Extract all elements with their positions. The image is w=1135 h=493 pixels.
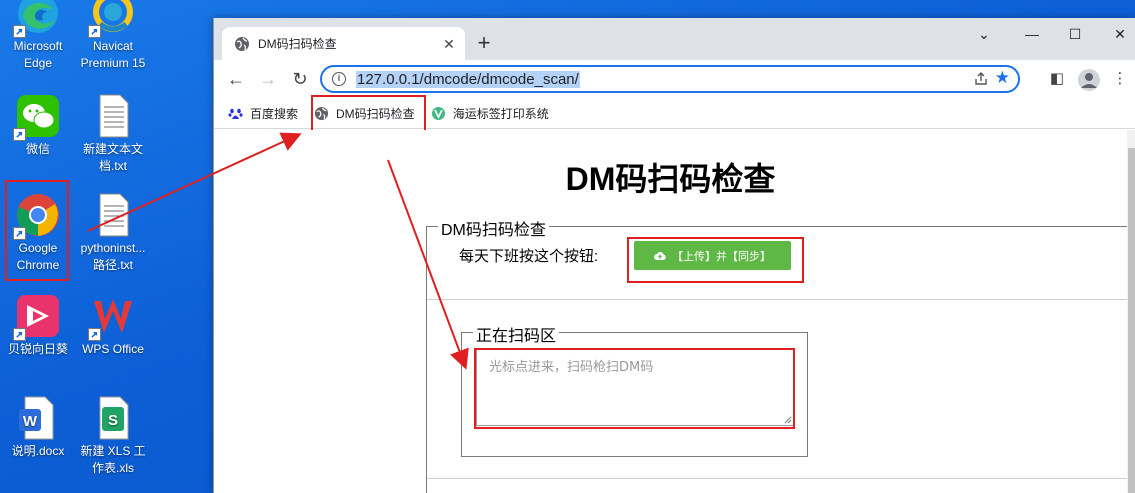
spreadsheet-icon: S xyxy=(90,395,136,441)
desktop-icon-label: Microsoft xyxy=(13,39,63,53)
forward-button[interactable]: → xyxy=(257,68,279,90)
bookmark-label: 海运标签打印系统 xyxy=(452,106,549,121)
v-logo-icon xyxy=(431,106,445,120)
browser-toolbar: ← → ↻ i 127.0.0.1/dmcode/dmcode_scan/ ★ … xyxy=(214,60,1135,98)
shortcut-arrow-icon xyxy=(88,25,101,38)
desktop-icon-wechat[interactable]: 微信 xyxy=(3,93,73,158)
page-scrollbar[interactable] xyxy=(1127,130,1135,493)
bookmark-star-icon[interactable]: ★ xyxy=(995,69,1010,87)
sunlogin-icon xyxy=(13,293,61,341)
desktop-icon-label: 微信 xyxy=(25,142,50,156)
desktop-icon-label: Premium 15 xyxy=(80,56,146,70)
tab-search-chevron-icon[interactable]: ⌄ xyxy=(974,24,994,44)
svg-text:S: S xyxy=(108,412,118,429)
tab-close-icon[interactable]: ✕ xyxy=(441,36,457,52)
text-file-icon xyxy=(90,93,136,139)
shortcut-arrow-icon xyxy=(13,25,26,38)
back-button[interactable]: ← xyxy=(225,68,247,90)
desktop-icon-label: 新建文本文 xyxy=(82,142,143,156)
desktop-icon-label: Edge xyxy=(23,56,53,70)
edge-icon xyxy=(13,0,61,38)
desktop-icon-python-txt[interactable]: pythoninst... 路径.txt xyxy=(78,192,148,274)
shortcut-arrow-icon xyxy=(13,328,26,341)
text-file-icon xyxy=(90,192,136,238)
url-text: 127.0.0.1/dmcode/dmcode_scan/ xyxy=(356,70,580,88)
divider xyxy=(427,478,1135,479)
shortcut-arrow-icon xyxy=(13,128,26,141)
scrollbar-thumb[interactable] xyxy=(1128,148,1135,493)
desktop-icon-label: Navicat xyxy=(92,39,133,53)
maximize-button[interactable]: ☐ xyxy=(1065,24,1085,44)
desktop-icon-label: 档.txt xyxy=(98,159,127,173)
textarea-highlight-box xyxy=(474,348,795,429)
divider xyxy=(427,299,1135,300)
baidu-paw-icon xyxy=(228,108,243,119)
desktop-icon-wps[interactable]: WPS Office xyxy=(78,293,148,358)
bookmark-shipping-label[interactable]: 海运标签打印系统 xyxy=(431,105,549,122)
bookmark-baidu[interactable]: 百度搜索 xyxy=(228,105,298,122)
instruction-text: 每天下班按这个按钮: xyxy=(459,248,599,265)
share-icon[interactable] xyxy=(974,72,988,86)
shortcut-arrow-icon xyxy=(88,328,101,341)
word-document-icon: W xyxy=(15,395,61,441)
desktop-icon-label: WPS Office xyxy=(82,342,144,356)
desktop-icon-label: 路径.txt xyxy=(92,258,133,272)
minimize-button[interactable]: — xyxy=(1022,24,1042,44)
tab-title: DM码扫码检查 xyxy=(258,37,337,51)
scan-fieldset-legend: 正在扫码区 xyxy=(473,322,560,346)
chrome-highlight-box xyxy=(5,180,69,281)
desktop-icon-sunlogin[interactable]: 贝锐向日葵 xyxy=(3,293,73,358)
reload-button[interactable]: ↻ xyxy=(289,68,311,90)
browser-window: DM码扫码检查 ✕ + ⌄ — ☐ ✕ ← → ↻ i 127.0.0.1/dm… xyxy=(213,18,1135,493)
window-close-button[interactable]: ✕ xyxy=(1110,24,1130,44)
desktop-icon-text-file[interactable]: 新建文本文 档.txt xyxy=(78,93,148,175)
svg-text:W: W xyxy=(23,413,38,430)
globe-icon xyxy=(235,36,249,51)
desktop-icon-docx[interactable]: W 说明.docx xyxy=(3,395,73,460)
side-panel-icon[interactable]: ◧ xyxy=(1046,69,1068,91)
desktop-icon-label: 说明.docx xyxy=(11,444,65,458)
menu-kebab-icon[interactable]: ⋮ xyxy=(1109,69,1131,91)
navicat-icon xyxy=(88,0,136,38)
wps-office-icon xyxy=(88,293,136,341)
desktop-icon-edge[interactable]: Microsoft Edge xyxy=(3,0,73,72)
desktop-icon-label: pythoninst... xyxy=(80,241,146,255)
page-content: DM码扫码检查 DM码扫码检查 每天下班按这个按钮: 【上传】并【同步】 正在扫… xyxy=(214,130,1135,493)
address-bar[interactable]: i 127.0.0.1/dmcode/dmcode_scan/ ★ xyxy=(320,65,1020,93)
tab-strip: DM码扫码检查 ✕ + ⌄ — ☐ ✕ xyxy=(214,18,1135,60)
outer-fieldset-legend: DM码扫码检查 xyxy=(438,216,549,240)
bookmark-label: 百度搜索 xyxy=(250,106,299,121)
desktop-icon-xls[interactable]: S 新建 XLS 工 作表.xls xyxy=(78,395,148,477)
page-title: DM码扫码检查 xyxy=(565,161,776,197)
new-tab-button[interactable]: + xyxy=(474,32,494,54)
button-highlight-box xyxy=(627,237,804,283)
desktop-icon-label: 贝锐向日葵 xyxy=(7,342,68,356)
desktop-icon-label: 新建 XLS 工 xyxy=(80,444,146,458)
site-info-icon[interactable]: i xyxy=(332,72,346,86)
profile-avatar-icon[interactable] xyxy=(1078,69,1100,91)
wechat-icon xyxy=(13,93,61,141)
desktop-icon-label: 作表.xls xyxy=(91,461,134,475)
tab-dmcode[interactable]: DM码扫码检查 ✕ xyxy=(222,27,465,60)
desktop-icon-navicat[interactable]: Navicat Premium 15 xyxy=(78,0,148,72)
